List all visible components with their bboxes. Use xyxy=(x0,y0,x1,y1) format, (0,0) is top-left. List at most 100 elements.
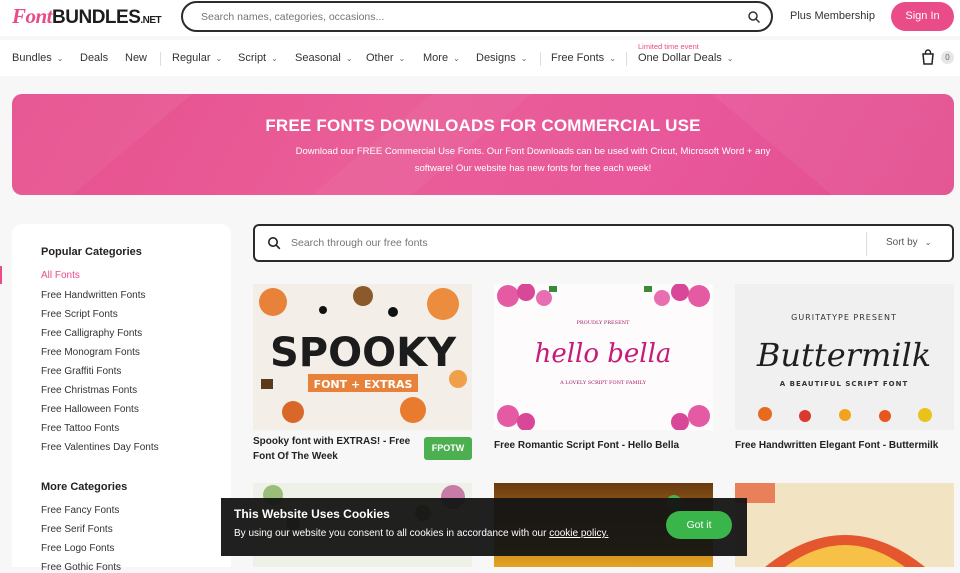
sort-by-dropdown[interactable]: Sort by ⌄ xyxy=(886,237,931,248)
hello-bella-art-text: hello bella xyxy=(535,339,672,369)
chevron-down-icon: ⌄ xyxy=(924,238,932,247)
chevron-down-icon: ⌄ xyxy=(398,54,406,63)
chevron-down-icon: ⌄ xyxy=(609,54,616,63)
nav-deals[interactable]: Deals xyxy=(80,52,108,64)
site-search xyxy=(181,1,773,32)
buttermilk-artwork: GURITATYPE PRESENT Buttermilk A BEAUTIFU… xyxy=(735,284,954,430)
sort-by-label: Sort by xyxy=(886,237,918,248)
nav-seasonal[interactable]: Seasonal ⌄ xyxy=(295,52,353,64)
chevron-down-icon: ⌄ xyxy=(726,54,734,63)
font-card-image-buttermilk[interactable]: GURITATYPE PRESENT Buttermilk A BEAUTIFU… xyxy=(735,284,954,430)
cookie-policy-link[interactable]: cookie policy. xyxy=(549,528,608,539)
chevron-down-icon: ⌄ xyxy=(215,54,223,63)
nav-other[interactable]: Other ⌄ xyxy=(366,52,405,64)
plus-membership-link[interactable]: Plus Membership xyxy=(790,10,875,22)
active-category-indicator xyxy=(0,266,2,284)
spooky-artwork: SPOOKY FONT + EXTRAS xyxy=(253,284,472,430)
search-icon[interactable] xyxy=(747,10,761,24)
font-card-image-row2-3[interactable] xyxy=(735,483,954,567)
category-fancy[interactable]: Free Fancy Fonts xyxy=(41,505,119,516)
category-christmas[interactable]: Free Christmas Fonts xyxy=(41,385,137,396)
search-icon xyxy=(268,237,281,250)
spooky-art-sub: FONT + EXTRAS xyxy=(314,378,413,391)
site-search-input[interactable] xyxy=(201,9,721,25)
hello-bella-art-sub: A LOVELY SCRIPT FONT FAMILY xyxy=(559,380,647,386)
hello-bella-artwork: PROUDLY PRESENT hello bella A LOVELY SCR… xyxy=(494,284,713,430)
hero-subtitle-line: Download our FREE Commercial Use Fonts. … xyxy=(295,146,771,157)
cookie-text: By using our website you consent to all … xyxy=(234,528,547,539)
cart-count-badge: 0 xyxy=(941,51,954,64)
nav-label: Script xyxy=(238,52,267,64)
main-nav: Bundles ⌄ Deals New Regular ⌄ Script ⌄ Seas… xyxy=(0,40,960,76)
category-graffiti[interactable]: Free Graffiti Fonts xyxy=(41,366,121,377)
chevron-down-icon: ⌄ xyxy=(520,54,528,63)
nav-label: Seasonal xyxy=(295,52,341,64)
category-sidebar: Popular Categories All Fonts Free Handwr… xyxy=(12,224,231,573)
top-bar: FontBUNDLES.NET Plus Membership Sign In xyxy=(0,0,960,36)
nav-label: Designs xyxy=(476,52,516,64)
nav-script[interactable]: Script ⌄ xyxy=(238,52,278,64)
category-tattoo[interactable]: Free Tattoo Fonts xyxy=(41,423,119,434)
nav-free-fonts[interactable]: Free Fonts ⌄ xyxy=(551,52,616,64)
more-categories-heading: More Categories xyxy=(41,481,128,493)
font-card-title-spooky[interactable]: Spooky font with EXTRAS! - Free Font Of … xyxy=(253,434,423,464)
buttermilk-art-top: GURITATYPE PRESENT xyxy=(791,313,897,322)
nav-divider xyxy=(540,52,541,66)
nav-new[interactable]: New xyxy=(125,52,147,64)
font-card-title-hello-bella[interactable]: Free Romantic Script Font - Hello Bella xyxy=(494,438,713,453)
nav-regular[interactable]: Regular ⌄ xyxy=(172,52,222,64)
logo-font: Font xyxy=(12,4,53,28)
category-script[interactable]: Free Script Fonts xyxy=(41,309,118,320)
font-card-title-buttermilk[interactable]: Free Handwritten Elegant Font - Buttermi… xyxy=(735,438,954,453)
hero-title: FREE FONTS DOWNLOADS FOR COMMERCIAL USE xyxy=(265,116,701,135)
nav-divider xyxy=(626,52,627,66)
nav-label: Bundles xyxy=(12,52,52,64)
category-logo[interactable]: Free Logo Fonts xyxy=(41,543,114,554)
nav-label: Free Fonts xyxy=(551,52,605,64)
got-it-button[interactable]: Got it xyxy=(666,511,732,539)
category-calligraphy[interactable]: Free Calligraphy Fonts xyxy=(41,328,142,339)
spooky-art-text: SPOOKY xyxy=(270,330,457,376)
card-title-line: Spooky font with EXTRAS! - Free xyxy=(253,436,411,447)
font-search-bar: Sort by ⌄ xyxy=(253,224,954,262)
font-card-image-hello-bella[interactable]: PROUDLY PRESENT hello bella A LOVELY SCR… xyxy=(494,284,713,430)
category-valentines[interactable]: Free Valentines Day Fonts xyxy=(41,442,159,453)
logo-net: .NET xyxy=(140,15,162,26)
search-divider xyxy=(866,232,867,256)
nav-label: Regular xyxy=(172,52,211,64)
cart-icon[interactable] xyxy=(921,49,935,65)
buttermilk-art-sub: A BEAUTIFUL SCRIPT FONT xyxy=(780,380,908,388)
cookie-banner: This Website Uses Cookies By using our w… xyxy=(221,498,747,556)
nav-one-dollar-deals[interactable]: One Dollar Deals ⌄ xyxy=(638,52,733,64)
category-serif[interactable]: Free Serif Fonts xyxy=(41,524,113,535)
nav-label: More xyxy=(423,52,449,64)
font-search-input[interactable] xyxy=(291,236,851,250)
cookie-message: By using our website you consent to all … xyxy=(234,528,608,539)
nav-label: One Dollar Deals xyxy=(638,52,722,64)
category-handwritten[interactable]: Free Handwritten Fonts xyxy=(41,290,146,301)
fpotw-badge: FPOTW xyxy=(424,437,472,460)
nav-label: Other xyxy=(366,52,394,64)
hero-banner: FREE FONTS DOWNLOADS FOR COMMERCIAL USE … xyxy=(12,94,954,195)
card-title-line: Font Of The Week xyxy=(253,451,338,462)
nav-more[interactable]: More ⌄ xyxy=(423,52,460,64)
retro-artwork xyxy=(735,483,954,567)
category-all-fonts[interactable]: All Fonts xyxy=(41,270,80,281)
cookie-title: This Website Uses Cookies xyxy=(234,507,390,521)
nav-bundles[interactable]: Bundles ⌄ xyxy=(12,52,63,64)
category-gothic[interactable]: Free Gothic Fonts xyxy=(41,562,121,573)
chevron-down-icon: ⌄ xyxy=(56,54,64,63)
nav-designs[interactable]: Designs ⌄ xyxy=(476,52,527,64)
chevron-down-icon: ⌄ xyxy=(271,54,278,63)
category-halloween[interactable]: Free Halloween Fonts xyxy=(41,404,139,415)
font-card-image-spooky[interactable]: SPOOKY FONT + EXTRAS xyxy=(253,284,472,430)
site-logo[interactable]: FontBUNDLES.NET xyxy=(12,4,162,29)
sign-in-button[interactable]: Sign In xyxy=(891,2,954,31)
chevron-down-icon: ⌄ xyxy=(345,54,353,63)
hello-bella-art-top: PROUDLY PRESENT xyxy=(577,320,631,326)
category-monogram[interactable]: Free Monogram Fonts xyxy=(41,347,140,358)
limited-time-label: Limited time event xyxy=(638,42,699,51)
buttermilk-art-text: Buttermilk xyxy=(756,336,931,374)
popular-categories-heading: Popular Categories xyxy=(41,246,142,258)
chevron-down-icon: ⌄ xyxy=(453,54,460,63)
